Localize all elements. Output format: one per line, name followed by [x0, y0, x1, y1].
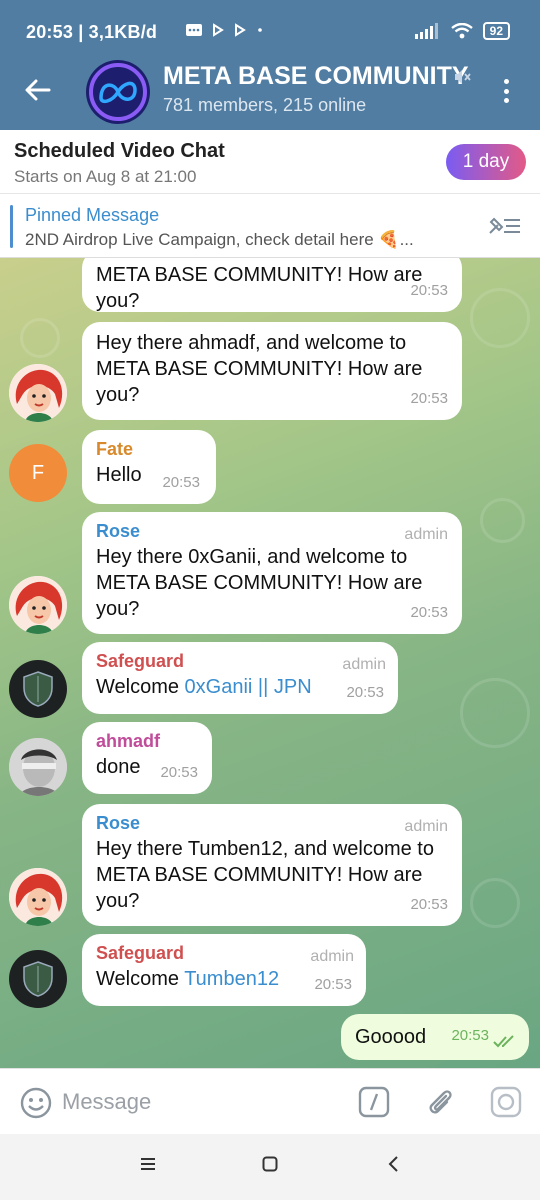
pin-off-icon[interactable]: [486, 213, 522, 239]
admin-badge: admin: [404, 818, 448, 835]
rose-avatar-icon: [9, 868, 67, 926]
back-arrow-icon: [25, 79, 51, 101]
message-time: 20:53: [314, 976, 352, 993]
sender-name[interactable]: Rose: [96, 520, 448, 542]
nav-menu-icon[interactable]: [140, 1156, 156, 1172]
status-bar: 20:53 | 3,1KB/d 92: [0, 0, 540, 50]
scheduled-video-chat-bar[interactable]: Scheduled Video Chat Starts on Aug 8 at …: [0, 130, 540, 194]
admin-badge: admin: [310, 948, 354, 965]
signal-icon: [414, 23, 438, 39]
meta-logo-icon: [89, 63, 147, 121]
battery-indicator: 92: [482, 22, 510, 40]
message-bubble[interactable]: Rose admin Hey there 0xGanii, and welcom…: [82, 512, 462, 634]
message-time: 20:53: [410, 390, 448, 407]
message-time: 20:53: [410, 282, 448, 299]
admin-badge: admin: [404, 526, 448, 543]
message-text: Hey there Tumben12, and welcome to META …: [96, 838, 434, 912]
pinned-text: 2ND Airdrop Live Campaign, check detail …: [25, 230, 414, 249]
read-checks-icon: [493, 1035, 514, 1048]
message-text: Gooood: [355, 1026, 427, 1048]
message-bubble[interactable]: Rose admin Hey there Tumben12, and welco…: [82, 804, 462, 926]
sender-name[interactable]: Rose: [96, 812, 448, 834]
wallpaper-doodle: [20, 318, 60, 358]
message-bubble[interactable]: ahmadf done 20:53: [82, 722, 212, 794]
video-chat-time: Starts on Aug 8 at 21:00: [14, 167, 197, 186]
avatar-safeguard[interactable]: [9, 950, 67, 1008]
rose-avatar-icon: [9, 364, 67, 422]
system-nav-bar: [0, 1134, 540, 1200]
message-bubble[interactable]: Fate Hello 20:53: [82, 430, 216, 504]
user-mention-link[interactable]: 0xGanii || JPN: [185, 676, 312, 698]
message-text: Hey there 0xGanii, and welcome to META B…: [96, 546, 423, 620]
avatar-safeguard[interactable]: [9, 660, 67, 718]
status-right: 92: [414, 22, 510, 40]
avatar-rose[interactable]: [9, 576, 67, 634]
emoji-icon[interactable]: [20, 1087, 52, 1119]
message-text: Welcome 0xGanii || JPN: [96, 674, 384, 700]
admin-badge: admin: [342, 656, 386, 673]
rose-avatar-icon: [9, 576, 67, 634]
message-time: 20:53: [410, 896, 448, 913]
message-time: 20:53: [162, 474, 200, 491]
message-time: 20:53: [410, 604, 448, 621]
message-input[interactable]: [62, 1083, 332, 1121]
chat-header: 20:53 | 3,1KB/d 92 META BASE COMMUNITY 7…: [0, 0, 540, 130]
wifi-icon: [450, 23, 473, 39]
group-avatar[interactable]: [86, 60, 150, 124]
shield-icon: [23, 961, 53, 997]
avatar-fate[interactable]: F: [9, 444, 67, 502]
sender-name[interactable]: Fate: [96, 438, 202, 460]
message-bubble[interactable]: Hey there ahmadf, and welcome to META BA…: [82, 322, 462, 420]
message-time: 20:53: [451, 1027, 489, 1044]
message-prefix: Welcome: [96, 968, 185, 990]
mute-icon: [455, 70, 471, 84]
pinned-message-bar[interactable]: Pinned Message 2ND Airdrop Live Campaign…: [0, 195, 540, 258]
group-members: 781 members, 215 online: [163, 95, 367, 115]
message-time: 20:53: [160, 764, 198, 781]
nav-back-icon[interactable]: [386, 1156, 402, 1172]
video-chat-title: Scheduled Video Chat: [14, 140, 225, 162]
message-bubble[interactable]: Safeguard admin Welcome Tumben12 20:53: [82, 934, 366, 1006]
message-time: 20:53: [346, 684, 384, 701]
camera-icon[interactable]: [490, 1086, 522, 1118]
status-time: 20:53 | 3,1KB/d: [26, 22, 158, 42]
more-vert-icon[interactable]: [496, 76, 516, 106]
sender-name[interactable]: ahmadf: [96, 730, 198, 752]
wallpaper-doodle: [470, 288, 530, 348]
group-title[interactable]: META BASE COMMUNITY: [163, 62, 469, 91]
message-composer: [0, 1068, 540, 1134]
countdown-button[interactable]: 1 day: [446, 144, 526, 180]
attach-icon[interactable]: [424, 1086, 456, 1118]
message-prefix: Welcome: [96, 676, 185, 698]
outgoing-message-bubble[interactable]: Gooood 20:53: [341, 1014, 529, 1060]
avatar-rose[interactable]: [9, 868, 67, 926]
chat-messages[interactable]: META BASE COMMUNITY! How are you? 20:53 …: [0, 258, 540, 1068]
command-icon[interactable]: [358, 1086, 390, 1118]
avatar-ahmadf[interactable]: [9, 738, 67, 796]
message-text: META BASE COMMUNITY! How are you?: [96, 264, 423, 312]
wallpaper-doodle: [480, 498, 525, 543]
message-bubble[interactable]: META BASE COMMUNITY! How are you? 20:53: [82, 258, 462, 312]
back-button[interactable]: [20, 72, 56, 108]
shield-icon: [23, 671, 53, 707]
notification-icons: [186, 22, 266, 42]
pinned-label: Pinned Message: [25, 205, 160, 225]
avatar-rose[interactable]: [9, 364, 67, 422]
nav-home-icon[interactable]: [262, 1156, 278, 1172]
message-bubble[interactable]: Safeguard admin Welcome 0xGanii || JPN 2…: [82, 642, 398, 714]
wallpaper-doodle: [470, 878, 520, 928]
message-text: Hey there ahmadf, and welcome to META BA…: [96, 332, 423, 406]
pin-indicator: [10, 205, 13, 248]
user-mention-link[interactable]: Tumben12: [184, 968, 279, 990]
avatar-initial: F: [31, 461, 45, 484]
ahmadf-avatar-icon: [9, 738, 67, 796]
wallpaper-doodle: [460, 678, 530, 748]
sender-name[interactable]: Safeguard: [96, 650, 384, 672]
